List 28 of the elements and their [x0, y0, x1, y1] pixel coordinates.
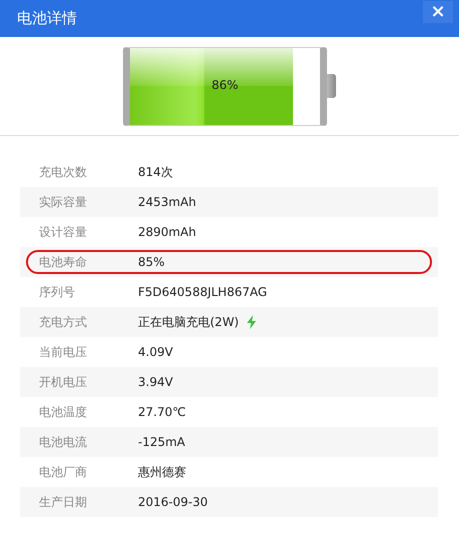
field-value: F5D640588JLH867AG — [138, 285, 268, 299]
field-value: 4.09V — [138, 345, 173, 359]
field-label: 实际容量 — [38, 194, 88, 210]
battery-terminal — [327, 74, 336, 98]
field-label: 电池厂商 — [38, 464, 88, 480]
field-value: 3.94V — [138, 375, 173, 389]
close-button[interactable]: × — [423, 0, 453, 22]
field-label: 开机电压 — [38, 374, 88, 390]
field-label: 生产日期 — [38, 494, 88, 510]
field-value: 2016-09-30 — [138, 495, 208, 509]
field-value: 2453mAh — [138, 195, 196, 209]
field-label: 充电方式 — [38, 314, 88, 330]
battery-percentage: 86% — [210, 78, 240, 92]
field-value: 27.70℃ — [138, 405, 186, 419]
field-value: 2890mAh — [138, 225, 196, 239]
field-value: 正在电脑充电(2W) — [138, 314, 239, 330]
field-label: 电池寿命 — [38, 254, 88, 270]
field-value: -125mA — [138, 435, 186, 449]
field-label: 当前电压 — [38, 344, 88, 360]
window-title: 电池详情 — [17, 9, 77, 28]
field-value: 814次 — [138, 164, 173, 180]
field-value: 惠州德赛 — [138, 464, 186, 480]
field-label: 设计容量 — [38, 224, 88, 240]
field-label: 充电次数 — [38, 164, 88, 180]
field-label: 电池电流 — [38, 434, 88, 450]
field-value: 85% — [138, 255, 165, 269]
field-label: 电池温度 — [38, 404, 88, 420]
field-label: 序列号 — [38, 284, 76, 300]
